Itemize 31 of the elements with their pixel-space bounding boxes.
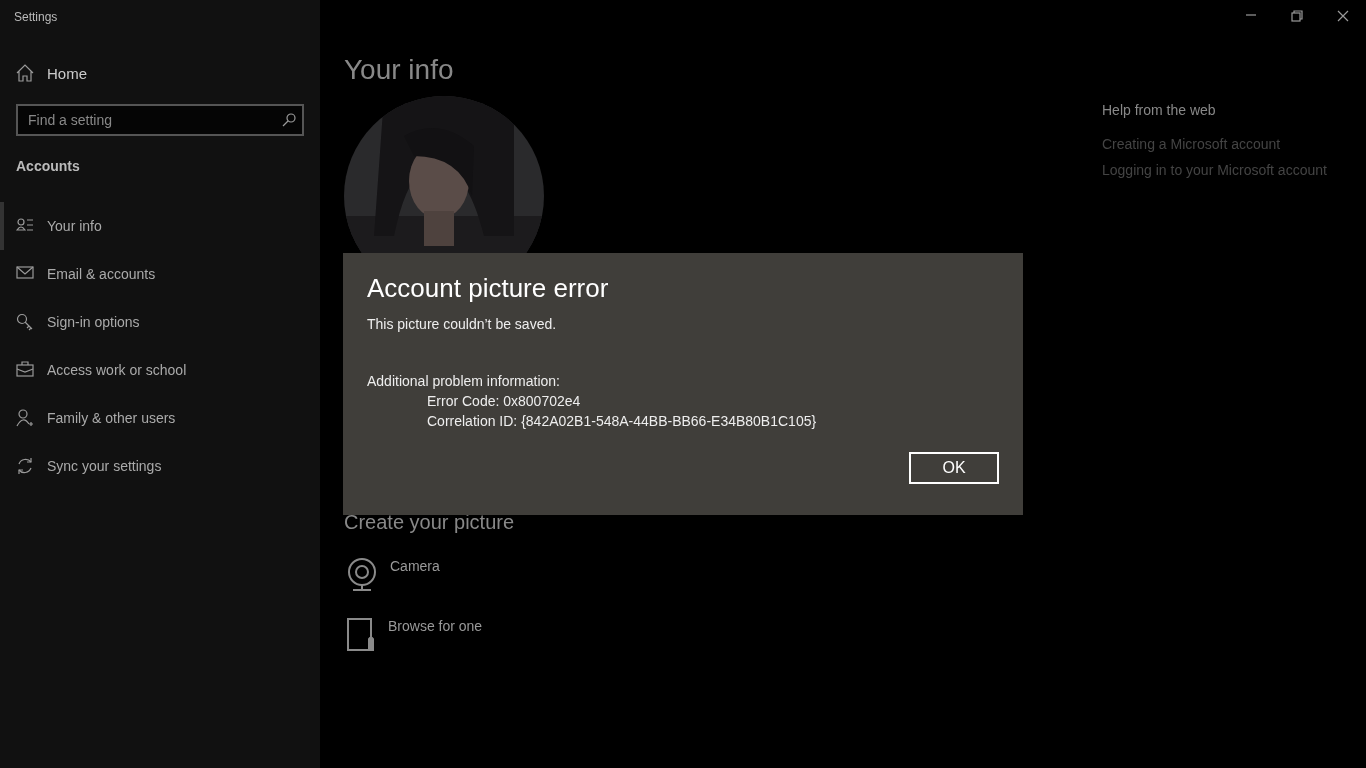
nav-item[interactable]: Sign-in options [0,298,320,346]
nav-item[interactable]: Sync your settings [0,442,320,490]
dialog-title: Account picture error [367,273,609,304]
section-heading: Create your picture [344,511,515,534]
document-icon [347,618,375,652]
nav-item[interactable]: Your info [0,202,320,250]
search-icon [282,113,296,127]
restore-icon [1291,10,1303,22]
help-heading: Help from the web [1102,102,1216,118]
ok-button[interactable]: OK [909,452,999,484]
nav-item[interactable]: Email & accounts [0,250,320,298]
error-detail: Correlation ID: {842A02B1-548A-44BB-BB66-E34B80B1C105} [427,413,817,429]
page-title: Your info [344,54,454,86]
search-field[interactable]: Find a setting [16,104,304,136]
option-link[interactable]: Browse for one [344,618,483,652]
section-heading: Accounts [16,158,81,174]
dialog-message: This picture couldn’t be saved. [367,316,557,332]
close-icon [1337,10,1349,22]
add-person-icon [16,409,34,427]
info-heading: Additional problem information: [367,373,560,389]
option-link[interactable]: Camera [344,558,440,592]
nav-item[interactable]: Access work or school [0,346,320,394]
nav-item[interactable]: Family & other users [0,394,320,442]
key-icon [16,313,34,331]
home-link[interactable]: Home [16,62,87,84]
camera-icon [347,558,377,592]
error-detail: Error Code: 0x800702e4 [427,393,581,409]
sync-icon [16,457,34,475]
home-icon [16,64,34,82]
briefcase-icon [16,361,34,379]
window-title: Settings [13,9,59,26]
